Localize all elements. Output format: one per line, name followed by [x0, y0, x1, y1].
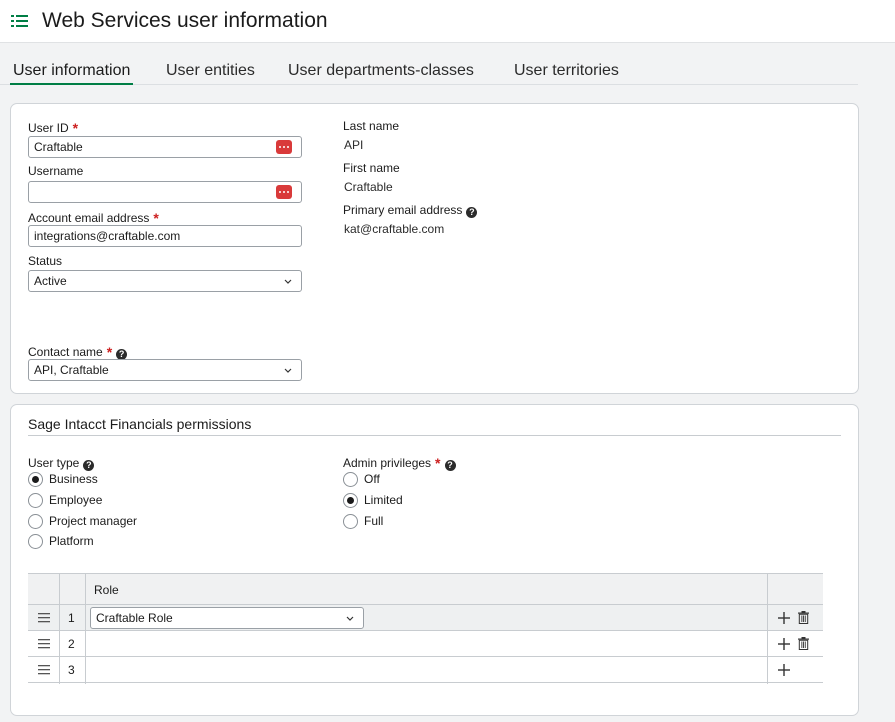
drag-handle-icon[interactable]	[38, 613, 50, 623]
page-title: Web Services user information	[42, 9, 328, 32]
user-id-field[interactable]: Craftable	[28, 136, 302, 158]
chevron-down-icon	[284, 368, 292, 373]
first-name-value: Craftable	[344, 180, 393, 194]
radio-label: Project manager	[49, 514, 138, 528]
admin-privileges-label: Admin privileges *?	[343, 454, 456, 471]
table-row: 1 Craftable Role	[28, 605, 823, 631]
permissions-card: Sage Intacct Financials permissions User…	[10, 404, 859, 716]
radio-button[interactable]	[28, 472, 43, 487]
trash-icon[interactable]	[798, 611, 809, 624]
column-divider	[767, 574, 768, 684]
primary-email-value: kat@craftable.com	[344, 222, 445, 236]
radio-button[interactable]	[343, 472, 358, 487]
user-info-card: User ID * Craftable Username Account emai…	[10, 103, 859, 394]
username-label: Username	[28, 164, 84, 178]
account-email-value: integrations@craftable.com	[34, 229, 181, 243]
help-icon[interactable]: ?	[444, 460, 456, 471]
trash-icon[interactable]	[798, 637, 809, 650]
list-menu-icon[interactable]	[11, 13, 28, 29]
radio-label: Limited	[364, 493, 403, 507]
role-column-header: Role	[94, 583, 119, 597]
status-label: Status	[28, 254, 63, 268]
row-number: 2	[68, 637, 75, 651]
row-number: 1	[68, 611, 75, 625]
chevron-down-icon	[346, 616, 354, 621]
password-manager-icon[interactable]	[276, 140, 292, 154]
account-email-label: Account email address *	[28, 210, 159, 226]
radio-button[interactable]	[28, 534, 43, 549]
tab-user-information[interactable]: User information	[10, 59, 134, 85]
help-icon[interactable]: ?	[466, 207, 478, 218]
page-header: Web Services user information	[0, 0, 895, 43]
password-manager-icon[interactable]	[276, 185, 292, 199]
required-marker: *	[72, 120, 79, 136]
user-type-label: User type?	[28, 456, 95, 471]
radio-label: Off	[364, 472, 380, 486]
radio-label: Full	[364, 514, 384, 528]
row-number: 3	[68, 663, 75, 677]
tab-user-departments-classes[interactable]: User departments-classes	[288, 59, 474, 85]
table-row: 2	[28, 631, 823, 657]
primary-email-label: Primary email address?	[343, 203, 478, 218]
tab-user-entities[interactable]: User entities	[166, 59, 255, 85]
drag-handle-icon[interactable]	[38, 639, 50, 649]
roles-table: Role 1 Craftable Role 2 3	[28, 573, 823, 684]
user-id-value: Craftable	[34, 140, 83, 154]
radio-button[interactable]	[343, 514, 358, 529]
contact-name-value: API, Craftable	[34, 363, 109, 377]
radio-button[interactable]	[28, 514, 43, 529]
table-row: 3	[28, 657, 823, 683]
radio-button[interactable]	[28, 493, 43, 508]
add-row-icon[interactable]	[778, 612, 790, 624]
status-select[interactable]: Active	[28, 270, 302, 292]
column-divider	[59, 574, 60, 684]
user-id-label: User ID *	[28, 120, 79, 136]
first-name-label: First name	[343, 161, 400, 175]
username-field[interactable]	[28, 181, 302, 203]
required-marker: *	[435, 455, 441, 471]
add-row-icon[interactable]	[778, 638, 790, 650]
account-email-field[interactable]: integrations@craftable.com	[28, 225, 302, 247]
contact-name-label: Contact name *?	[28, 343, 128, 360]
column-divider	[85, 574, 86, 684]
table-header: Role	[28, 574, 823, 605]
help-icon[interactable]: ?	[83, 460, 95, 471]
radio-label: Business	[49, 472, 98, 486]
last-name-value: API	[344, 138, 364, 152]
radio-button[interactable]	[343, 493, 358, 508]
contact-name-select[interactable]: API, Craftable	[28, 359, 302, 381]
tab-user-territories[interactable]: User territories	[514, 59, 619, 85]
required-marker: *	[153, 210, 159, 226]
add-row-icon[interactable]	[778, 664, 790, 676]
last-name-label: Last name	[343, 119, 400, 133]
divider	[28, 435, 841, 436]
status-value: Active	[34, 274, 67, 288]
section-title: Sage Intacct Financials permissions	[28, 416, 252, 432]
chevron-down-icon	[284, 279, 292, 284]
tab-bar: User information User entities User depa…	[0, 59, 858, 85]
required-marker: *	[106, 344, 113, 360]
drag-handle-icon[interactable]	[38, 665, 50, 675]
radio-label: Employee	[49, 493, 103, 507]
role-value: Craftable Role	[96, 611, 173, 625]
radio-label: Platform	[49, 534, 94, 548]
role-select[interactable]: Craftable Role	[90, 607, 364, 629]
